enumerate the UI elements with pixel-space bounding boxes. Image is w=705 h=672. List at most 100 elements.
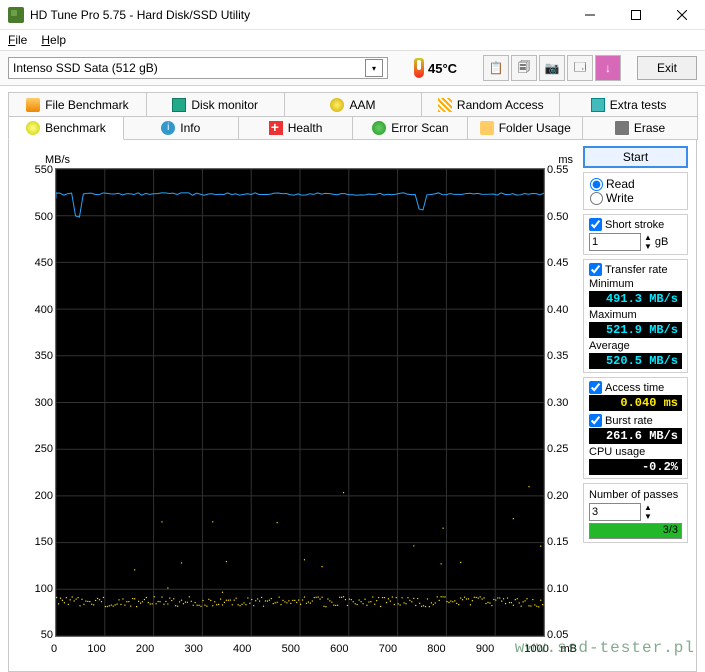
transfer-rate-group: Transfer rate Minimum 491.3 MB/s Maximum…: [583, 259, 688, 373]
read-label: Read: [606, 177, 635, 191]
disk-monitor-icon: [172, 98, 186, 112]
passes-label: Number of passes: [589, 489, 682, 501]
tab-aam[interactable]: AAM: [284, 92, 423, 116]
tab-info[interactable]: i Info: [123, 116, 239, 140]
close-button[interactable]: [659, 0, 705, 30]
tab-disk-monitor[interactable]: Disk monitor: [146, 92, 285, 116]
file-benchmark-icon: [26, 98, 40, 112]
short-stroke-checkbox[interactable]: [589, 218, 602, 231]
transfer-rate-check[interactable]: Transfer rate: [589, 263, 682, 276]
tab-label: Benchmark: [45, 121, 106, 135]
toolbar: Intenso SSD Sata (512 gB) ▾ 45°C 📋 🗐 📷 🗔…: [0, 50, 705, 86]
screenshot-button[interactable]: 📷: [539, 55, 565, 81]
drive-select-value: Intenso SSD Sata (512 gB): [13, 61, 158, 75]
watermark: www.ssd-tester.pl: [515, 639, 695, 657]
short-stroke-check[interactable]: Short stroke: [589, 218, 682, 231]
passes-input[interactable]: [589, 503, 641, 521]
progress-text: 3/3: [663, 524, 678, 536]
tab-label: Error Scan: [391, 121, 448, 135]
tab-extra-tests[interactable]: Extra tests: [559, 92, 698, 116]
window-title: HD Tune Pro 5.75 - Hard Disk/SSD Utility: [30, 8, 567, 22]
options-button[interactable]: 🗔: [567, 55, 593, 81]
spinner-icon[interactable]: ▲▼: [644, 233, 652, 251]
tab-row-secondary: File Benchmark Disk monitor AAM Random A…: [8, 92, 697, 116]
tab-health[interactable]: Health: [238, 116, 354, 140]
transfer-rate-checkbox[interactable]: [589, 263, 602, 276]
tab-label: AAM: [349, 98, 375, 112]
tab-label: Info: [180, 121, 200, 135]
maximize-icon: [631, 10, 641, 20]
toolbar-buttons: 📋 🗐 📷 🗔 ↓: [483, 55, 621, 81]
chart-svg: [56, 169, 544, 636]
spinner-icon[interactable]: ▲▼: [644, 503, 652, 521]
save-button[interactable]: ↓: [595, 55, 621, 81]
error-scan-icon: [372, 121, 386, 135]
tab-label: File Benchmark: [45, 98, 128, 112]
tab-label: Disk monitor: [191, 98, 258, 112]
exit-button[interactable]: Exit: [637, 56, 697, 80]
cpu-label: CPU usage: [589, 446, 682, 458]
drive-select[interactable]: Intenso SSD Sata (512 gB) ▾: [8, 57, 388, 79]
read-radio-input[interactable]: [590, 178, 603, 191]
benchmark-icon: [26, 121, 40, 135]
tab-row-primary: Benchmark i Info Health Error Scan Folder…: [8, 116, 697, 140]
menu-file[interactable]: File: [8, 33, 27, 47]
burst-rate-check[interactable]: Burst rate: [589, 414, 682, 427]
temperature: 45°C: [414, 58, 457, 78]
passes-group: Number of passes ▲▼ 3/3: [583, 483, 688, 543]
menubar: File Help: [0, 30, 705, 50]
y-left-ticks: 55050045040035030025020015010050: [17, 164, 53, 641]
tab-label: Random Access: [457, 98, 544, 112]
read-radio[interactable]: Read: [590, 177, 681, 191]
content-pane: MB/s ms 55050045040035030025020015010050…: [8, 140, 697, 672]
max-value: 521.9 MB/s: [589, 322, 682, 338]
chevron-down-icon: ▾: [365, 59, 383, 77]
write-radio[interactable]: Write: [590, 191, 681, 205]
progress-bar: 3/3: [589, 523, 682, 539]
tab-random-access[interactable]: Random Access: [421, 92, 560, 116]
max-label: Maximum: [589, 309, 682, 321]
tab-label: Health: [288, 121, 323, 135]
access-time-check[interactable]: Access time: [589, 381, 682, 394]
write-radio-input[interactable]: [590, 192, 603, 205]
benchmark-chart: [55, 168, 545, 637]
min-label: Minimum: [589, 278, 682, 290]
tab-erase[interactable]: Erase: [582, 116, 698, 140]
tab-file-benchmark[interactable]: File Benchmark: [8, 92, 147, 116]
mode-radios: Read Write: [583, 172, 688, 210]
short-stroke-group: Short stroke ▲▼ gB: [583, 214, 688, 255]
maximize-button[interactable]: [613, 0, 659, 30]
thermometer-icon: [414, 58, 424, 78]
burst-rate-checkbox[interactable]: [589, 414, 602, 427]
tab-folder-usage[interactable]: Folder Usage: [467, 116, 583, 140]
cpu-value: -0.2%: [589, 459, 682, 475]
transfer-rate-label: Transfer rate: [605, 264, 668, 276]
tab-error-scan[interactable]: Error Scan: [352, 116, 468, 140]
copy-info-button[interactable]: 📋: [483, 55, 509, 81]
short-stroke-unit: gB: [655, 236, 668, 248]
copy-screenshot-button[interactable]: 🗐: [511, 55, 537, 81]
short-stroke-label: Short stroke: [605, 219, 664, 231]
access-label: Access time: [605, 382, 664, 394]
avg-label: Average: [589, 340, 682, 352]
access-burst-group: Access time 0.040 ms Burst rate 261.6 MB…: [583, 377, 688, 479]
close-icon: [677, 10, 687, 20]
burst-label: Burst rate: [605, 415, 653, 427]
minimize-icon: [585, 10, 595, 20]
menu-help[interactable]: Help: [41, 33, 66, 47]
tab-benchmark[interactable]: Benchmark: [8, 116, 124, 140]
random-access-icon: [438, 98, 452, 112]
minimize-button[interactable]: [567, 0, 613, 30]
erase-icon: [615, 121, 629, 135]
chart-area: MB/s ms 55050045040035030025020015010050…: [17, 146, 575, 663]
extra-tests-icon: [591, 98, 605, 112]
tabs: File Benchmark Disk monitor AAM Random A…: [0, 86, 705, 140]
short-stroke-value[interactable]: [589, 233, 641, 251]
start-button[interactable]: Start: [583, 146, 688, 168]
health-icon: [269, 121, 283, 135]
write-label: Write: [606, 191, 634, 205]
info-icon: i: [161, 121, 175, 135]
titlebar: HD Tune Pro 5.75 - Hard Disk/SSD Utility: [0, 0, 705, 30]
access-time-checkbox[interactable]: [589, 381, 602, 394]
folder-usage-icon: [480, 121, 494, 135]
